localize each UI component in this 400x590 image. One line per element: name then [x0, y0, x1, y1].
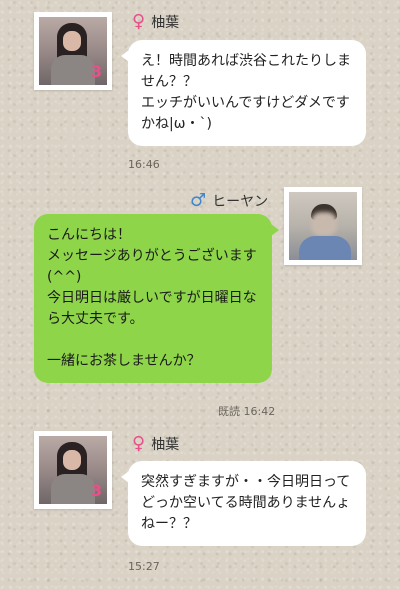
- message-line: 突然すぎますが・・今日明日って: [141, 474, 351, 490]
- read-status: 既読 16:42: [218, 403, 275, 419]
- message-line: え！時間あれば渋谷これたりしま: [141, 53, 351, 69]
- message-bubble[interactable]: こんにちは！ メッセージありがとうございます (^^) 今日明日は厳しいですが日…: [34, 214, 279, 383]
- female-icon: ♀: [132, 11, 146, 32]
- sender-avatar[interactable]: 3: [34, 431, 112, 509]
- message-line: ら大丈夫です。: [47, 311, 144, 327]
- avatar-badge: 3: [91, 481, 103, 500]
- sender-name: 柚葉: [151, 437, 180, 453]
- sender-name: ヒーヤン: [212, 194, 269, 210]
- message-time: 16:42: [243, 405, 276, 418]
- message-line: 今日明日は厳しいですが日曜日な: [47, 290, 257, 306]
- sender-name-row: ♀ 柚葉: [132, 12, 179, 32]
- sender-avatar[interactable]: 3: [34, 12, 112, 90]
- avatar-photo: 3: [39, 436, 107, 504]
- message-line: どっか空いてる時間ありませんょ: [141, 495, 351, 511]
- message-line: かね|ω・`): [141, 116, 212, 132]
- message-bubble[interactable]: え！時間あれば渋谷これたりしま せん？？ エッチがいいんですけどダメです かね|…: [121, 40, 366, 146]
- message-time: 15:27: [128, 560, 160, 573]
- message-line: エッチがいいんですけどダメです: [141, 95, 350, 111]
- message-bubble[interactable]: 突然すぎますが・・今日明日って どっか空いてる時間ありませんょ ねー？？: [121, 461, 366, 546]
- female-icon: ♀: [132, 433, 146, 454]
- message-line: メッセージありがとうございます: [47, 248, 257, 264]
- message-line: ねー？？: [141, 516, 197, 532]
- own-avatar[interactable]: [284, 187, 362, 265]
- sender-name: 柚葉: [151, 15, 180, 31]
- read-label: 既読: [218, 405, 240, 418]
- message-line: せん？？: [141, 74, 197, 90]
- male-icon: ♂: [190, 190, 207, 211]
- avatar-badge: 3: [91, 62, 103, 81]
- message-time: 16:46: [128, 158, 160, 171]
- sender-name-row: ♂ ヒーヤン: [190, 191, 268, 211]
- message-line: こんにちは！: [47, 227, 131, 243]
- avatar-photo: 3: [39, 17, 107, 85]
- message-line: [47, 330, 259, 351]
- message-line: 一緒にお茶しませんか？: [47, 353, 201, 369]
- avatar-photo: [289, 192, 357, 260]
- message-line: (^^): [47, 269, 82, 285]
- sender-name-row: ♀ 柚葉: [132, 434, 179, 454]
